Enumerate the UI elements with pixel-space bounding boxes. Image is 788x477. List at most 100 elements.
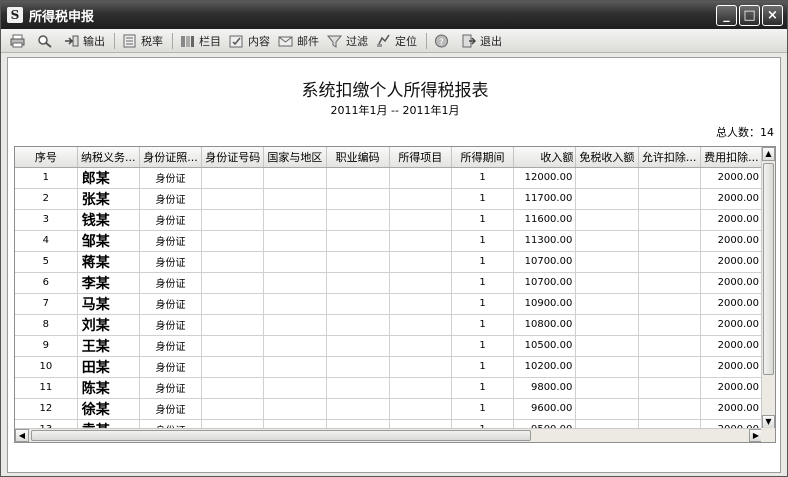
mail-button[interactable]: 邮件 xyxy=(275,31,322,51)
taxpayer-name-cell[interactable]: 陈某 xyxy=(77,377,140,399)
income-item-cell[interactable] xyxy=(389,335,452,357)
tax-free-income-cell[interactable] xyxy=(575,230,639,252)
taxpayer-name-cell[interactable]: 钱某 xyxy=(77,209,140,231)
id-number-cell[interactable] xyxy=(201,314,265,336)
income-period-cell[interactable]: 1 xyxy=(451,293,515,315)
id-type-cell[interactable]: 身份证 xyxy=(139,293,203,315)
taxpayer-name-cell[interactable]: 蒋某 xyxy=(77,251,140,273)
allowed-deduction-cell[interactable] xyxy=(638,188,701,210)
row-number-cell[interactable]: 10 xyxy=(15,356,78,378)
taxpayer-name-cell[interactable]: 邹某 xyxy=(77,230,140,252)
country-cell[interactable] xyxy=(263,356,327,378)
fee-deduction-cell[interactable]: 2000.00 xyxy=(700,251,764,273)
fee-deduction-cell[interactable]: 2000.00 xyxy=(700,335,764,357)
fee-deduction-cell[interactable]: 2000.00 xyxy=(700,314,764,336)
tax-free-income-cell[interactable] xyxy=(575,314,639,336)
allowed-deduction-cell[interactable] xyxy=(638,230,701,252)
country-cell[interactable] xyxy=(263,293,327,315)
occupation-code-cell[interactable] xyxy=(326,335,390,357)
country-cell[interactable] xyxy=(263,188,327,210)
column-header[interactable]: 身份证号码 xyxy=(201,147,265,168)
income-item-cell[interactable] xyxy=(389,209,452,231)
taxpayer-name-cell[interactable]: 李某 xyxy=(77,272,140,294)
income-amount-cell[interactable]: 10500.00 xyxy=(513,335,577,357)
allowed-deduction-cell[interactable] xyxy=(638,314,701,336)
country-cell[interactable] xyxy=(263,314,327,336)
income-amount-cell[interactable]: 11300.00 xyxy=(513,230,577,252)
taxpayer-name-cell[interactable]: 张某 xyxy=(77,188,140,210)
occupation-code-cell[interactable] xyxy=(326,209,390,231)
table-row[interactable]: 6 李某 身份证 1 10700.00 2000.00 xyxy=(15,272,764,294)
taxpayer-name-cell[interactable]: 徐某 xyxy=(77,398,140,420)
income-period-cell[interactable]: 1 xyxy=(451,356,515,378)
id-type-cell[interactable]: 身份证 xyxy=(139,356,203,378)
table-row[interactable]: 4 邹某 身份证 1 11300.00 2000.00 xyxy=(15,230,764,252)
occupation-code-cell[interactable] xyxy=(326,293,390,315)
income-period-cell[interactable]: 1 xyxy=(451,167,515,189)
fee-deduction-cell[interactable]: 2000.00 xyxy=(700,209,764,231)
occupation-code-cell[interactable] xyxy=(326,272,390,294)
income-item-cell[interactable] xyxy=(389,188,452,210)
income-period-cell[interactable]: 1 xyxy=(451,398,515,420)
income-period-cell[interactable]: 1 xyxy=(451,230,515,252)
id-type-cell[interactable]: 身份证 xyxy=(139,167,203,189)
table-row[interactable]: 12 徐某 身份证 1 9600.00 2000.00 xyxy=(15,398,764,420)
table-row[interactable]: 5 蒋某 身份证 1 10700.00 2000.00 xyxy=(15,251,764,273)
income-amount-cell[interactable]: 11700.00 xyxy=(513,188,577,210)
allowed-deduction-cell[interactable] xyxy=(638,377,701,399)
income-period-cell[interactable]: 1 xyxy=(451,188,515,210)
income-period-cell[interactable]: 1 xyxy=(451,335,515,357)
column-header[interactable]: 允许扣除... xyxy=(638,147,701,168)
column-header[interactable]: 所得项目 xyxy=(389,147,452,168)
country-cell[interactable] xyxy=(263,272,327,294)
tax-free-income-cell[interactable] xyxy=(575,335,639,357)
country-cell[interactable] xyxy=(263,398,327,420)
id-type-cell[interactable]: 身份证 xyxy=(139,251,203,273)
data-grid[interactable]: 序号 纳税义务... 身份证照... 身份证号码 国家与地区 职业编码 所得项目… xyxy=(14,146,776,443)
row-number-cell[interactable]: 7 xyxy=(15,293,78,315)
income-amount-cell[interactable]: 11600.00 xyxy=(513,209,577,231)
allowed-deduction-cell[interactable] xyxy=(638,167,701,189)
column-header[interactable]: 国家与地区 xyxy=(263,147,327,168)
horizontal-scroll-thumb[interactable] xyxy=(31,430,531,441)
scroll-down-button[interactable]: ▼ xyxy=(762,415,775,429)
income-period-cell[interactable]: 1 xyxy=(451,209,515,231)
maximize-button[interactable]: □ xyxy=(739,5,760,26)
id-type-cell[interactable]: 身份证 xyxy=(139,272,203,294)
minimize-button[interactable]: _ xyxy=(716,5,737,26)
tax-free-income-cell[interactable] xyxy=(575,167,639,189)
income-amount-cell[interactable]: 10900.00 xyxy=(513,293,577,315)
income-item-cell[interactable] xyxy=(389,314,452,336)
id-type-cell[interactable]: 身份证 xyxy=(139,209,203,231)
country-cell[interactable] xyxy=(263,335,327,357)
income-period-cell[interactable]: 1 xyxy=(451,314,515,336)
id-type-cell[interactable]: 身份证 xyxy=(139,230,203,252)
row-number-cell[interactable]: 5 xyxy=(15,251,78,273)
title-bar[interactable]: S 所得税申报 _ □ × xyxy=(1,1,787,29)
occupation-code-cell[interactable] xyxy=(326,356,390,378)
income-period-cell[interactable]: 1 xyxy=(451,272,515,294)
income-period-cell[interactable]: 1 xyxy=(451,251,515,273)
id-number-cell[interactable] xyxy=(201,230,265,252)
income-amount-cell[interactable]: 10800.00 xyxy=(513,314,577,336)
id-number-cell[interactable] xyxy=(201,398,265,420)
income-amount-cell[interactable]: 10200.00 xyxy=(513,356,577,378)
income-period-cell[interactable]: 1 xyxy=(451,377,515,399)
tax-free-income-cell[interactable] xyxy=(575,377,639,399)
row-number-cell[interactable]: 11 xyxy=(15,377,78,399)
column-header[interactable]: 收入额 xyxy=(513,147,577,168)
fee-deduction-cell[interactable]: 2000.00 xyxy=(700,230,764,252)
print-button[interactable] xyxy=(7,31,32,51)
vertical-scrollbar[interactable]: ▲ ▼ xyxy=(761,147,775,429)
column-header[interactable]: 身份证照... xyxy=(139,147,203,168)
filter-button[interactable]: 过滤 xyxy=(324,31,371,51)
allowed-deduction-cell[interactable] xyxy=(638,209,701,231)
id-type-cell[interactable]: 身份证 xyxy=(139,377,203,399)
id-type-cell[interactable]: 身份证 xyxy=(139,188,203,210)
country-cell[interactable] xyxy=(263,251,327,273)
content-button[interactable]: 内容 xyxy=(226,31,273,51)
row-number-cell[interactable]: 8 xyxy=(15,314,78,336)
row-number-cell[interactable]: 3 xyxy=(15,209,78,231)
tax-free-income-cell[interactable] xyxy=(575,398,639,420)
income-amount-cell[interactable]: 10700.00 xyxy=(513,251,577,273)
